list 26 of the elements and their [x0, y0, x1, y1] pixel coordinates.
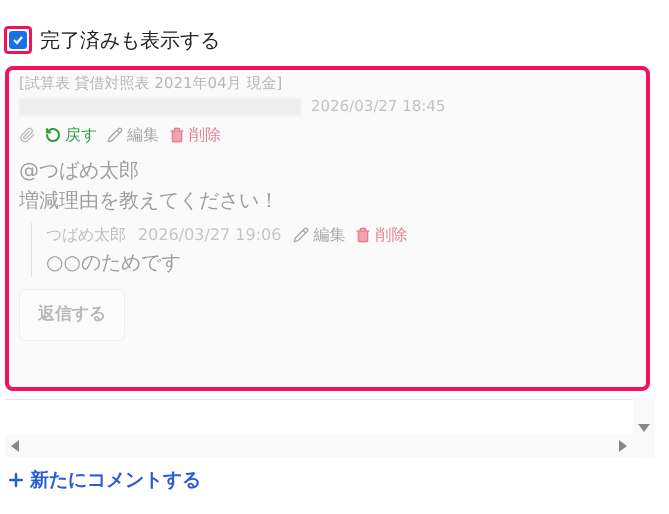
pencil-icon: [293, 226, 310, 242]
new-comment-link[interactable]: 新たにコメントする: [6, 466, 201, 494]
thread-title: [試算表 貸借対照表 2021年04月 現金]: [19, 73, 284, 94]
vertical-scrollbar[interactable]: [633, 398, 655, 458]
comment-timestamp: 2026/03/27 18:45: [311, 96, 446, 118]
paperclip-icon[interactable]: [19, 126, 35, 142]
scroll-left-icon[interactable]: [11, 440, 19, 452]
check-icon: [12, 34, 24, 46]
reply-author: つばめ太郎: [46, 224, 126, 246]
trash-icon: [169, 126, 185, 142]
reply-text: ○○のためです: [46, 248, 182, 276]
edit-button[interactable]: 編集: [107, 122, 159, 146]
comment-text: @つばめ太郎: [19, 156, 140, 184]
scroll-right-icon[interactable]: [619, 440, 627, 452]
delete-button[interactable]: 削除: [355, 222, 408, 246]
checkbox-label: 完了済みも表示する: [40, 27, 220, 54]
comment-text: 増減理由を教えてください！: [19, 186, 280, 214]
revert-button[interactable]: 戻す: [45, 122, 97, 146]
pencil-icon: [107, 126, 123, 142]
horizontal-scrollbar[interactable]: [5, 435, 633, 457]
edit-button[interactable]: 編集: [293, 222, 346, 246]
checkbox[interactable]: [4, 26, 32, 54]
revert-icon: [45, 126, 61, 142]
trash-icon: [355, 226, 372, 242]
scroll-down-icon[interactable]: [638, 424, 650, 432]
delete-button[interactable]: 削除: [169, 122, 221, 146]
